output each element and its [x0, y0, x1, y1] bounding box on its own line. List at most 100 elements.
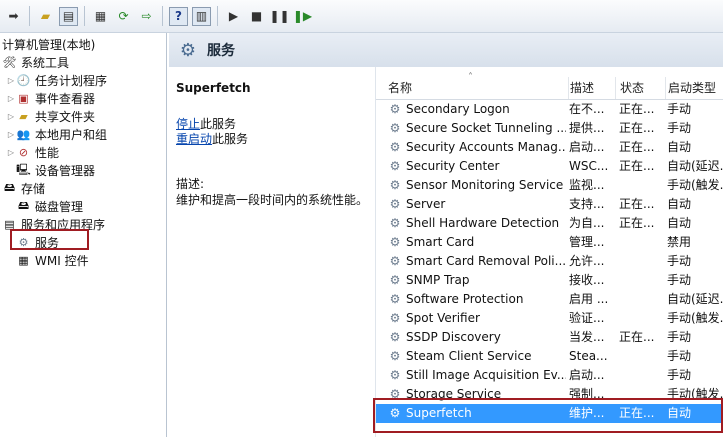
toolbar-separator	[29, 6, 30, 26]
tree-item-task-scheduler[interactable]: ▷ 🕘 任务计划程序	[6, 71, 107, 89]
back-icon[interactable]: ➡	[4, 7, 23, 26]
expand-arrow-icon[interactable]: ▷	[6, 130, 16, 139]
expand-arrow-icon[interactable]: ▷	[6, 148, 16, 157]
service-status-cell: 正在...	[619, 197, 655, 211]
stop-icon[interactable]: ■	[247, 7, 266, 26]
service-desc-cell: 管理...	[569, 235, 605, 249]
service-name-text: Sensor Monitoring Service	[406, 178, 564, 192]
service-name-cell: ⚙ Still Image Acquisition Ev...	[388, 366, 566, 385]
column-description[interactable]: 描述	[566, 77, 616, 99]
tree-item-label: 性能	[35, 145, 60, 160]
table-row[interactable]: ⚙ Secondary Logon 在不... 正在... 手动	[376, 100, 723, 119]
tree-item-local-users[interactable]: ▷ 👥 本地用户和组	[6, 125, 107, 143]
gear-icon: ⚙	[389, 387, 401, 401]
service-status-cell	[619, 385, 665, 404]
column-name[interactable]: 名称	[384, 77, 569, 99]
service-name-text: Smart Card Removal Poli...	[406, 254, 566, 268]
show-hide-tree-icon[interactable]: ▤	[59, 6, 78, 26]
gear-icon: ⚙	[389, 159, 401, 173]
table-row[interactable]: ⚙ Spot Verifier 验证... 手动(触发...	[376, 309, 723, 328]
tree-item-system-tools[interactable]: 🛠 系统工具	[2, 53, 70, 71]
tree-item-label: 存储	[21, 181, 46, 196]
service-startup-cell: 手动(触发...	[667, 387, 723, 401]
table-row[interactable]: ⚙ Still Image Acquisition Ev... 启动... 手动	[376, 366, 723, 385]
tree-item-label: 系统工具	[21, 55, 70, 70]
tree-item-storage[interactable]: 🖴 存储	[2, 179, 45, 197]
service-status-cell: 正在...	[619, 330, 655, 344]
description-pane: Superfetch 停止此服务 重启动此服务 描述: 维护和提高一段时间内的系…	[169, 67, 374, 437]
gear-icon: ⚙	[389, 102, 401, 116]
service-name-text: Storage Service	[406, 387, 502, 401]
column-status[interactable]: 状态	[616, 77, 666, 99]
toolbar: ➡ ▰ ▤ ▦ ⟳ ⇨ ? ▥ ▶ ■ ❚❚ ❚▶	[0, 0, 723, 33]
tree-item-device-manager[interactable]: 🖳 设备管理器	[16, 161, 95, 179]
up-folder-icon[interactable]: ▰	[36, 7, 55, 26]
service-startup-cell: 自动	[667, 406, 692, 420]
table-row[interactable]: ⚙ Shell Hardware Detection 为自... 正在... 自动	[376, 214, 723, 233]
refresh-icon[interactable]: ⟳	[114, 7, 133, 26]
service-status-cell: 正在...	[619, 121, 655, 135]
export-icon[interactable]: ⇨	[137, 7, 156, 26]
service-name-text: Still Image Acquisition Ev...	[406, 368, 566, 382]
device-manager-icon: 🖳	[16, 162, 31, 176]
tree-item-wmi[interactable]: ▦ WMI 控件	[16, 251, 88, 269]
tree-item-shared-folders[interactable]: ▷ ▰ 共享文件夹	[6, 107, 95, 125]
restart-link[interactable]: 重启动	[176, 132, 212, 146]
pause-icon[interactable]: ❚❚	[269, 7, 289, 26]
stop-link[interactable]: 停止	[176, 117, 200, 131]
play-icon[interactable]: ▶	[224, 7, 243, 26]
service-name-cell: ⚙ Smart Card	[388, 233, 566, 252]
expand-arrow-icon[interactable]: ▷	[6, 76, 16, 85]
table-row[interactable]: ⚙ Security Accounts Manag... 启动... 正在... 自动	[376, 138, 723, 157]
service-name-cell: ⚙ Shell Hardware Detection	[388, 214, 566, 233]
gear-icon: ⚙	[389, 292, 401, 306]
properties-icon[interactable]: ▦	[91, 7, 110, 26]
service-desc-cell: Stea...	[569, 349, 608, 363]
service-name-text: SNMP Trap	[406, 273, 470, 287]
tree-item-label: 共享文件夹	[35, 109, 96, 124]
service-name-text: Secondary Logon	[406, 102, 510, 116]
service-status-cell	[619, 309, 665, 328]
table-row[interactable]: ⚙ SSDP Discovery 当发... 正在... 手动	[376, 328, 723, 347]
tree-item-disk-management[interactable]: 🖴 磁盘管理	[16, 197, 83, 215]
table-row[interactable]: ⚙ Storage Service 强制... 手动(触发...	[376, 385, 723, 404]
table-row[interactable]: ⚙ Superfetch 维护... 正在... 自动	[376, 404, 723, 423]
column-startup-type[interactable]: 启动类型	[664, 77, 723, 99]
table-row[interactable]: ⚙ Security Center WSC... 正在... 自动(延迟...	[376, 157, 723, 176]
table-row[interactable]: ⚙ Server 支持... 正在... 自动	[376, 195, 723, 214]
table-row[interactable]: ⚙ Smart Card Removal Poli... 允许... 手动	[376, 252, 723, 271]
show-pane-icon[interactable]: ▥	[192, 6, 211, 26]
console-tree: 计算机管理(本地) 🛠 系统工具 ▷ 🕘 任务计划程序 ▷ ▣ 事件查看器 ▷ …	[0, 33, 167, 437]
expand-arrow-icon[interactable]: ▷	[6, 112, 16, 121]
service-desc-cell: 验证...	[569, 311, 605, 325]
help-icon[interactable]: ?	[169, 6, 188, 26]
expand-arrow-icon[interactable]: ▷	[6, 94, 16, 103]
service-desc-cell: 监视...	[569, 178, 605, 192]
service-status-cell	[619, 290, 665, 309]
tree-root-label: 计算机管理(本地)	[2, 37, 96, 52]
gear-icon: ⚙	[389, 254, 401, 268]
tree-item-event-viewer[interactable]: ▷ ▣ 事件查看器	[6, 89, 95, 107]
tree-root[interactable]: 计算机管理(本地)	[2, 35, 95, 53]
service-name-text: Software Protection	[406, 292, 524, 306]
service-desc-cell: 支持...	[569, 197, 605, 211]
table-row[interactable]: ⚙ Steam Client Service Stea... 手动	[376, 347, 723, 366]
gear-icon: ⚙	[389, 311, 401, 325]
service-desc-cell: 启动...	[569, 140, 605, 154]
service-name-cell: ⚙ Security Center	[388, 157, 566, 176]
tree-item-label: 任务计划程序	[35, 73, 108, 88]
table-row[interactable]: ⚙ Smart Card 管理... 禁用	[376, 233, 723, 252]
table-row[interactable]: ⚙ Sensor Monitoring Service 监视... 手动(触发...	[376, 176, 723, 195]
restart-suffix: 此服务	[212, 132, 249, 146]
service-startup-cell: 自动(延迟...	[667, 292, 723, 306]
services-header: ⚙ 服务	[169, 33, 723, 67]
table-row[interactable]: ⚙ Software Protection 启用 ... 自动(延迟...	[376, 290, 723, 309]
restart-icon[interactable]: ❚▶	[293, 7, 312, 26]
service-name-cell: ⚙ Sensor Monitoring Service	[388, 176, 566, 195]
service-name-cell: ⚙ Security Accounts Manag...	[388, 138, 566, 157]
table-row[interactable]: ⚙ Secure Socket Tunneling ... 提供... 正在... 手动	[376, 119, 723, 138]
tree-item-performance[interactable]: ▷ ⊘ 性能	[6, 143, 59, 161]
service-name-text: Spot Verifier	[406, 311, 480, 325]
table-row[interactable]: ⚙ SNMP Trap 接收... 手动	[376, 271, 723, 290]
gear-icon: ⚙	[389, 121, 401, 135]
